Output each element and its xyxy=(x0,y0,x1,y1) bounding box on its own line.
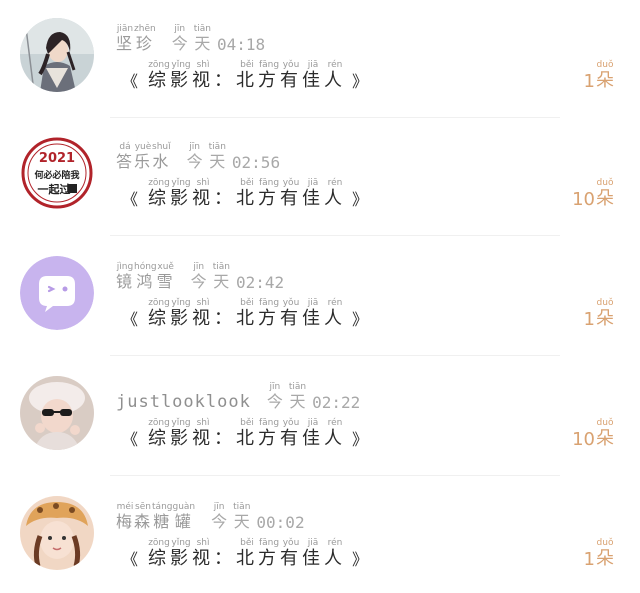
timestamp: 02:56 xyxy=(231,153,281,172)
row-meta: 答dá乐yuè水shuǐ 今jīn 天tiān 02:56 xyxy=(116,142,280,172)
flower-count: 10 朵duǒ xyxy=(572,178,614,210)
svg-text:一起过: 一起过 xyxy=(38,182,71,196)
row-meta: 镜jìng鸿hóng雪xuě 今jīn 天tiān 02:42 xyxy=(116,262,284,292)
feed-row[interactable]: 坚jiān珍zhēn 今jīn 天tiān 04:18 《 综zōng 影yǐng… xyxy=(0,0,640,118)
timestamp: 04:18 xyxy=(216,35,266,54)
book-title[interactable]: 《 综zōng 影yǐng 视shì ： 北běi 方fāng 有yǒu 佳ji… xyxy=(116,418,378,450)
post-time: 今jīn 天tiān 04:18 xyxy=(171,24,266,54)
user-name[interactable]: 镜jìng鸿hóng雪xuě xyxy=(116,262,175,292)
book-title[interactable]: 《 综zōng 影yǐng 视shì ： 北běi 方fāng 有yǒu 佳ji… xyxy=(116,178,378,210)
row-divider xyxy=(110,355,560,356)
post-time: 今jīn 天tiān 02:56 xyxy=(186,142,281,172)
feed-row[interactable]: 2021 何必必陪我 一起过 答dá乐yuè水shuǐ 今jīn 天tiān 02… xyxy=(0,118,640,236)
flower-count: 1 朵duǒ xyxy=(583,538,614,570)
post-time: 今jīn 天tiān 02:42 xyxy=(190,262,285,292)
feed-row[interactable]: 梅méi森sēn糖táng罐guàn 今jīn 天tiān 00:02 《 综zō… xyxy=(0,478,640,593)
flower-count: 1 朵duǒ xyxy=(583,298,614,330)
user-name[interactable]: 梅méi森sēn糖táng罐guàn xyxy=(116,502,195,532)
row-meta: 坚jiān珍zhēn 今jīn 天tiān 04:18 xyxy=(116,24,265,54)
book-title[interactable]: 《 综zōng 影yǐng 视shì ： 北běi 方fāng 有yǒu 佳ji… xyxy=(116,538,378,570)
girl-with-hat-avatar[interactable] xyxy=(20,496,94,570)
row-meta: justlooklook 今jīn 天tiān 02:22 xyxy=(116,382,360,412)
user-name[interactable]: justlooklook xyxy=(116,392,251,412)
anime-portrait-avatar[interactable] xyxy=(20,18,94,92)
row-divider xyxy=(110,235,560,236)
flower-count: 10 朵duǒ xyxy=(572,418,614,450)
timestamp: 00:02 xyxy=(256,513,305,532)
book-title[interactable]: 《 综zōng 影yǐng 视shì ： 北běi 方fāng 有yǒu 佳ji… xyxy=(116,298,378,330)
gift-feed-list: 坚jiān珍zhēn 今jīn 天tiān 04:18 《 综zōng 影yǐng… xyxy=(0,0,640,593)
2021-badge-avatar[interactable]: 2021 何必必陪我 一起过 xyxy=(20,136,94,210)
row-meta: 梅méi森sēn糖táng罐guàn 今jīn 天tiān 00:02 xyxy=(116,502,305,532)
flower-count: 1 朵duǒ xyxy=(583,60,614,92)
svg-text:何必必陪我: 何必必陪我 xyxy=(34,169,79,181)
post-time: 今jīn 天tiān 02:22 xyxy=(266,382,361,412)
book-title[interactable]: 《 综zōng 影yǐng 视shì ： 北běi 方fāng 有yǒu 佳ji… xyxy=(116,60,378,92)
timestamp: 02:22 xyxy=(312,393,361,412)
feed-row[interactable]: justlooklook 今jīn 天tiān 02:22 《 综zōng 影yǐ… xyxy=(0,358,640,476)
user-name[interactable]: 答dá乐yuè水shuǐ xyxy=(116,142,171,172)
timestamp: 02:42 xyxy=(235,273,285,292)
post-time: 今jīn 天tiān 00:02 xyxy=(211,502,305,532)
svg-text:2021: 2021 xyxy=(39,151,75,166)
chat-bubble-wink-avatar[interactable] xyxy=(20,256,94,330)
row-divider xyxy=(110,475,560,476)
feed-row[interactable]: 镜jìng鸿hóng雪xuě 今jīn 天tiān 02:42 《 综zōng 影… xyxy=(0,238,640,356)
user-name[interactable]: 坚jiān珍zhēn xyxy=(116,24,156,54)
girl-with-sunglasses-avatar[interactable] xyxy=(20,376,94,450)
